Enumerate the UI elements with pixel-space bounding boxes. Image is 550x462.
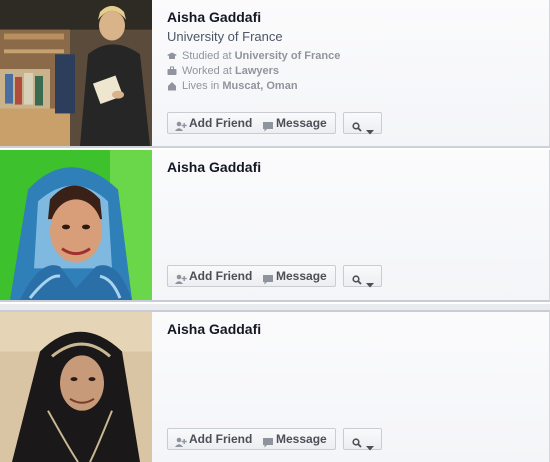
message-button[interactable]: Message bbox=[256, 265, 336, 287]
briefcase-icon bbox=[167, 66, 177, 75]
add-friend-button[interactable]: Add Friend bbox=[167, 265, 257, 287]
add-friend-label: Add Friend bbox=[189, 116, 253, 130]
message-label: Message bbox=[276, 269, 327, 283]
location-prefix: Lives in bbox=[182, 80, 220, 92]
chevron-down-icon bbox=[366, 121, 374, 141]
profile-photo[interactable] bbox=[0, 150, 152, 300]
education-info: Studied at University of France bbox=[167, 49, 340, 63]
add-friend-button[interactable]: Add Friend bbox=[167, 112, 257, 134]
profile-name-link[interactable]: Aisha Gaddafi bbox=[167, 9, 261, 25]
education-prefix: Studied at bbox=[182, 50, 232, 62]
location-info: Lives in Muscat, Oman bbox=[167, 79, 298, 93]
add-friend-label: Add Friend bbox=[189, 432, 253, 446]
location-city-link[interactable]: Muscat, Oman bbox=[222, 80, 297, 92]
magnifier-icon bbox=[352, 434, 362, 454]
work-employer-link[interactable]: Lawyers bbox=[235, 65, 279, 77]
add-friend-icon bbox=[175, 271, 187, 291]
add-friend-icon bbox=[175, 434, 187, 454]
more-options-dropdown[interactable] bbox=[343, 112, 382, 135]
work-prefix: Worked at bbox=[182, 65, 232, 77]
profile-subtitle: University of France bbox=[167, 29, 283, 44]
message-icon bbox=[263, 118, 273, 138]
search-result-card: Aisha Gaddafi Add Friend Message bbox=[0, 150, 550, 302]
more-options-dropdown[interactable] bbox=[343, 428, 382, 451]
message-icon bbox=[263, 434, 273, 454]
magnifier-icon bbox=[352, 118, 362, 138]
profile-name-link[interactable]: Aisha Gaddafi bbox=[167, 159, 261, 175]
add-friend-label: Add Friend bbox=[189, 269, 253, 283]
magnifier-icon bbox=[352, 271, 362, 291]
message-label: Message bbox=[276, 116, 327, 130]
chevron-down-icon bbox=[366, 274, 374, 294]
more-options-dropdown[interactable] bbox=[343, 265, 382, 288]
work-info: Worked at Lawyers bbox=[167, 64, 279, 78]
profile-photo[interactable] bbox=[0, 0, 152, 146]
message-icon bbox=[263, 271, 273, 291]
message-label: Message bbox=[276, 432, 327, 446]
add-friend-icon bbox=[175, 118, 187, 138]
house-icon bbox=[167, 81, 177, 91]
chevron-down-icon bbox=[366, 437, 374, 457]
graduation-cap-icon bbox=[167, 51, 177, 60]
add-friend-button[interactable]: Add Friend bbox=[167, 428, 257, 450]
education-school-link[interactable]: University of France bbox=[235, 50, 341, 62]
profile-photo[interactable] bbox=[0, 312, 152, 462]
search-result-card: Aisha Gaddafi Add Friend Message bbox=[0, 310, 550, 462]
profile-name-link[interactable]: Aisha Gaddafi bbox=[167, 321, 261, 337]
message-button[interactable]: Message bbox=[256, 428, 336, 450]
search-result-card: Aisha Gaddafi University of France Studi… bbox=[0, 0, 550, 148]
message-button[interactable]: Message bbox=[256, 112, 336, 134]
